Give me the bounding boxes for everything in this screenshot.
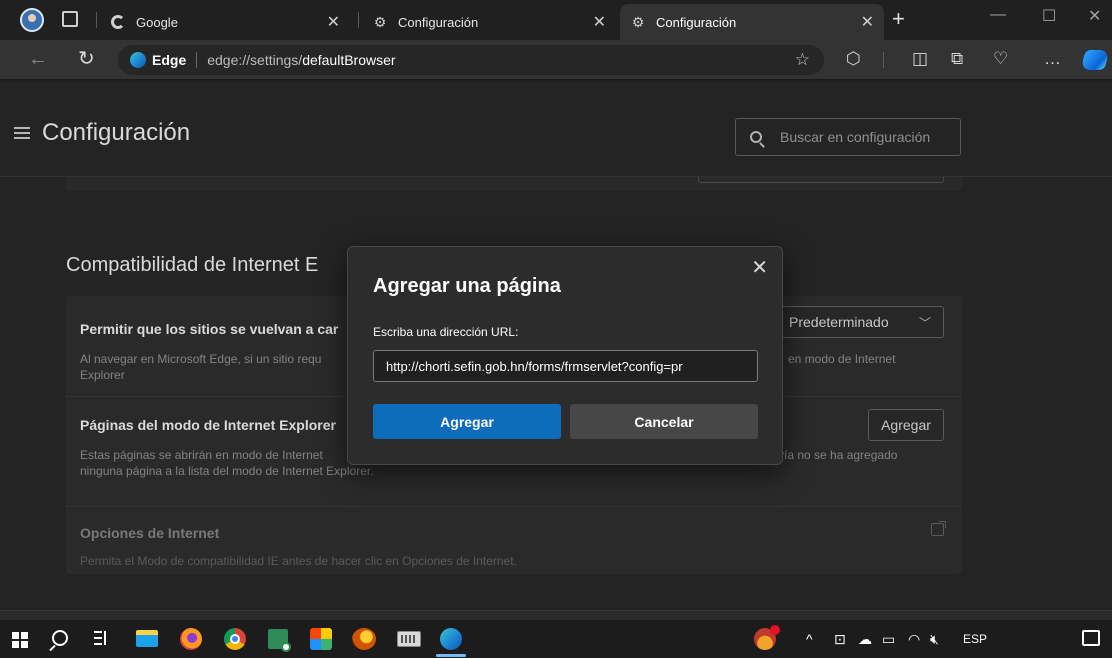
extensions-icon[interactable]: ⬡ [846,49,861,69]
browser-brand: Edge [152,52,187,68]
keyboard-icon[interactable] [397,631,421,647]
maximize-icon[interactable]: ☐ [1042,6,1056,26]
cloud-icon[interactable]: ☁ [858,630,872,648]
address-bar[interactable]: Edge edge://settings/defaultBrowser ☆ [118,45,824,75]
dialog-title: Agregar una página [373,275,561,297]
cancel-button[interactable]: Cancelar [570,404,758,439]
more-options-icon[interactable]: … [1044,49,1061,69]
language-indicator[interactable]: ESP [963,630,987,648]
copilot-icon[interactable] [1080,50,1110,70]
taskbar: ^ ⊡ ☁ ▭ ◠ 🔇︎ ESP [0,620,1112,658]
url-path: defaultBrowser [302,52,396,68]
task-view-icon[interactable] [94,629,112,647]
add-button[interactable]: Agregar [373,404,561,439]
divider [196,52,198,68]
collections-icon[interactable]: ⧉ [951,49,963,69]
tab-label: Google [136,14,178,30]
close-window-icon[interactable]: ✕ [1088,6,1101,26]
wifi-icon[interactable]: ◠ [908,630,920,648]
divider [358,12,359,28]
tab-actions-icon[interactable] [62,11,78,27]
edge-icon[interactable] [440,628,462,650]
tab-settings[interactable]: ⚙ Configuración ✕ [362,4,616,40]
google-icon [110,14,126,30]
url-field-label: Escriba una dirección URL: [373,325,519,339]
browser-toolbar: ← ↻ Edge edge://settings/defaultBrowser … [0,40,1112,80]
url-input[interactable] [373,350,758,382]
favorite-star-icon[interactable]: ☆ [795,50,810,70]
file-explorer-icon[interactable] [136,630,158,647]
close-icon[interactable]: ✕ [861,12,874,32]
windows-start-icon[interactable] [12,632,28,648]
app-icon[interactable] [268,629,291,652]
refresh-icon[interactable]: ↻ [78,48,95,70]
volume-muted-icon[interactable]: 🔇︎ [930,630,939,648]
split-screen-icon[interactable]: ◫ [912,49,928,69]
window-bottom-edge [0,610,1112,620]
tab-label: Configuración [398,14,479,30]
tab-label: Configuración [656,14,737,30]
chevron-up-icon[interactable]: ^ [806,630,813,648]
browser-essentials-icon[interactable]: ♡ [993,49,1008,69]
tab-settings-active[interactable]: ⚙ Configuración ✕ [620,4,884,40]
profile-avatar[interactable] [20,8,44,32]
close-icon[interactable]: ✕ [751,255,768,280]
url-host: edge://settings/ [207,52,303,68]
new-tab-icon[interactable]: + [892,8,905,30]
divider [883,52,884,68]
gear-icon: ⚙ [631,13,645,30]
battery-icon[interactable]: ▭ [882,630,895,648]
notifications-icon[interactable] [1082,630,1100,646]
active-app-indicator [436,654,466,657]
meet-now-icon[interactable]: ⊡ [834,630,846,648]
app-icon[interactable] [352,628,376,650]
app-icon[interactable] [310,628,332,650]
gear-icon: ⚙ [373,13,387,30]
back-icon[interactable]: ← [28,48,48,70]
firefox-icon[interactable] [180,628,202,650]
close-icon[interactable]: ✕ [593,12,606,32]
minimize-icon[interactable]: — [990,6,1006,24]
notification-app-icon[interactable] [754,625,780,650]
add-page-dialog: ✕ Agregar una página Escriba una direcci… [347,246,783,465]
tab-google[interactable]: Google ✕ [100,4,350,40]
close-icon[interactable]: ✕ [327,12,340,32]
tab-strip: Google ✕ ⚙ Configuración ✕ ⚙ Configuraci… [0,0,1112,40]
chrome-icon[interactable] [224,628,246,650]
divider [96,12,97,28]
search-icon[interactable] [52,630,68,646]
edge-icon [130,52,146,68]
